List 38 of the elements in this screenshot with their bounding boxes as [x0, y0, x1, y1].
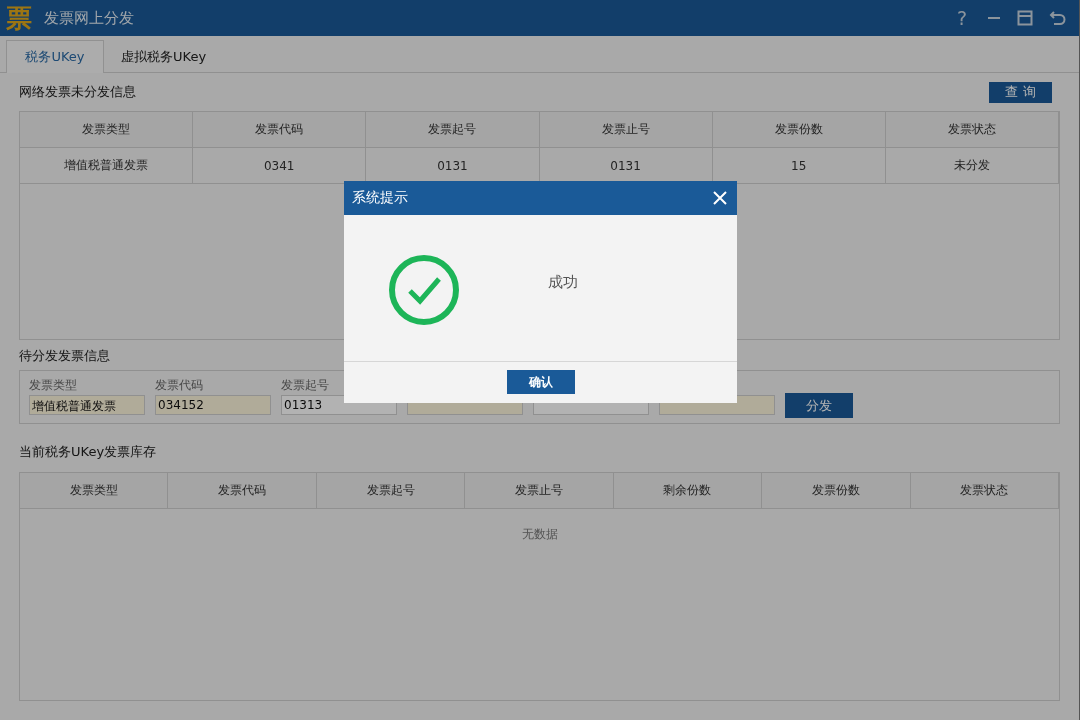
- close-icon[interactable]: [713, 191, 727, 205]
- input-field[interactable]: 增值税普通发票: [29, 395, 145, 415]
- undo-icon[interactable]: [1049, 9, 1067, 27]
- dialog-title: 系统提示: [352, 189, 408, 207]
- app-logo: 票: [6, 5, 32, 31]
- column-header: 发票起号: [316, 473, 466, 508]
- column-header: 发票代码: [168, 473, 317, 508]
- query-button[interactable]: 查 询: [989, 81, 1052, 103]
- column-header: 发票份数: [762, 473, 911, 508]
- window-title: 发票网上分发: [44, 8, 134, 28]
- section-title: 网络发票未分发信息: [19, 83, 136, 101]
- success-check-icon: [388, 254, 460, 326]
- column-header: 发票起号: [366, 112, 540, 147]
- section-title: 当前税务UKey发票库存: [19, 443, 157, 461]
- table-cell: 未分发: [885, 148, 1059, 183]
- tab[interactable]: 税务UKey: [6, 40, 104, 73]
- column-header: 发票代码: [193, 112, 367, 147]
- field-label: 发票代码: [155, 377, 204, 393]
- column-header: 剩余份数: [613, 473, 763, 508]
- column-header: 发票类型: [20, 112, 194, 147]
- distribute-button[interactable]: 分发: [785, 393, 853, 418]
- column-header: 发票状态: [885, 112, 1059, 147]
- tab[interactable]: 虚拟税务UKey: [104, 40, 224, 73]
- column-header: 发票止号: [465, 473, 614, 508]
- table-cell: 增值税普通发票: [20, 148, 194, 183]
- field-label: 发票类型: [29, 377, 78, 393]
- column-header: 发票止号: [539, 112, 713, 147]
- column-header: 发票状态: [910, 473, 1059, 508]
- maximize-icon[interactable]: [1017, 10, 1033, 26]
- column-header: 发票类型: [20, 473, 169, 508]
- help-button[interactable]: ?: [952, 7, 971, 29]
- column-header: 发票份数: [712, 112, 886, 147]
- input-field[interactable]: 034152: [155, 395, 271, 415]
- field-label: 发票起号: [281, 377, 330, 393]
- empty-message: 无数据: [521, 527, 558, 541]
- section-title: 待分发发票信息: [19, 347, 110, 365]
- dialog-message: 成功: [548, 272, 578, 292]
- confirm-button[interactable]: 确认: [506, 370, 575, 394]
